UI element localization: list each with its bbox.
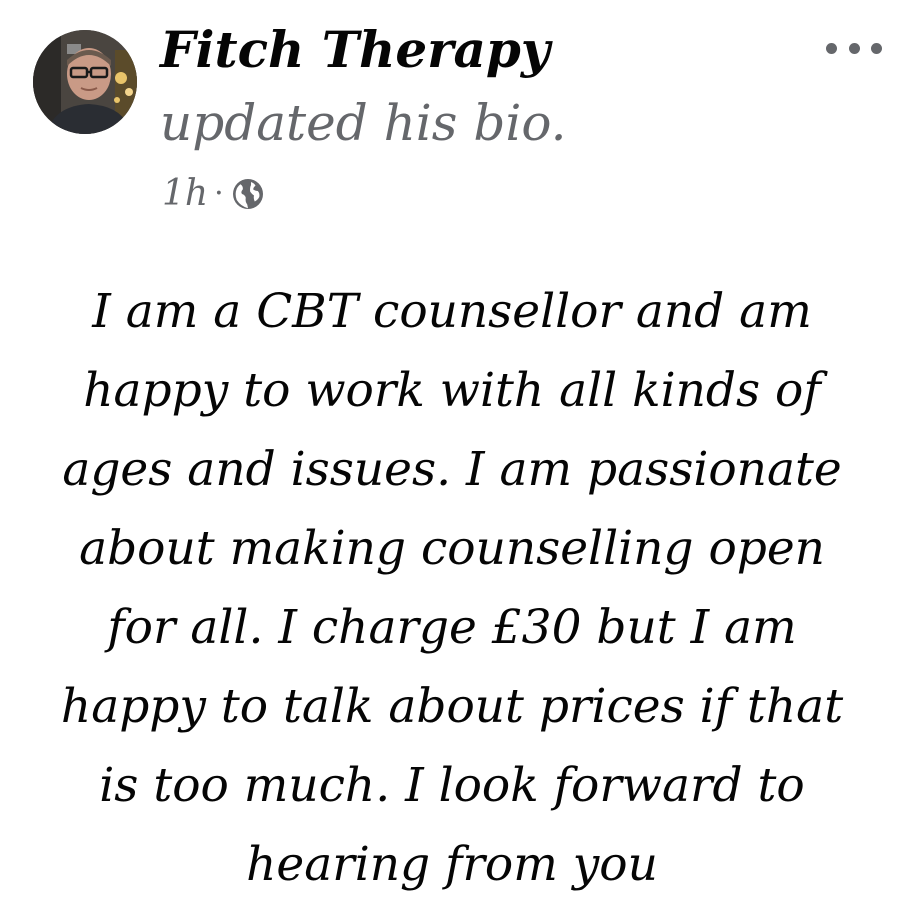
meta-separator: · [214,176,224,211]
post-action-text: updated his bio. [160,94,567,152]
globe-icon[interactable] [230,176,266,212]
more-horizontal-icon [848,42,860,54]
profile-photo [33,30,137,134]
more-options-button[interactable] [826,36,882,60]
post-card: Fitch Therapy updated his bio. 1h · I am… [0,0,904,898]
bio-text: I am a CBT counsellor and am happy to wo… [60,284,844,892]
post-meta: 1h · [162,176,266,212]
more-horizontal-icon [871,42,882,54]
author-name[interactable]: Fitch Therapy [160,22,550,77]
more-horizontal-icon [826,42,837,54]
post-timestamp[interactable]: 1h [162,176,208,212]
avatar[interactable] [33,30,137,134]
